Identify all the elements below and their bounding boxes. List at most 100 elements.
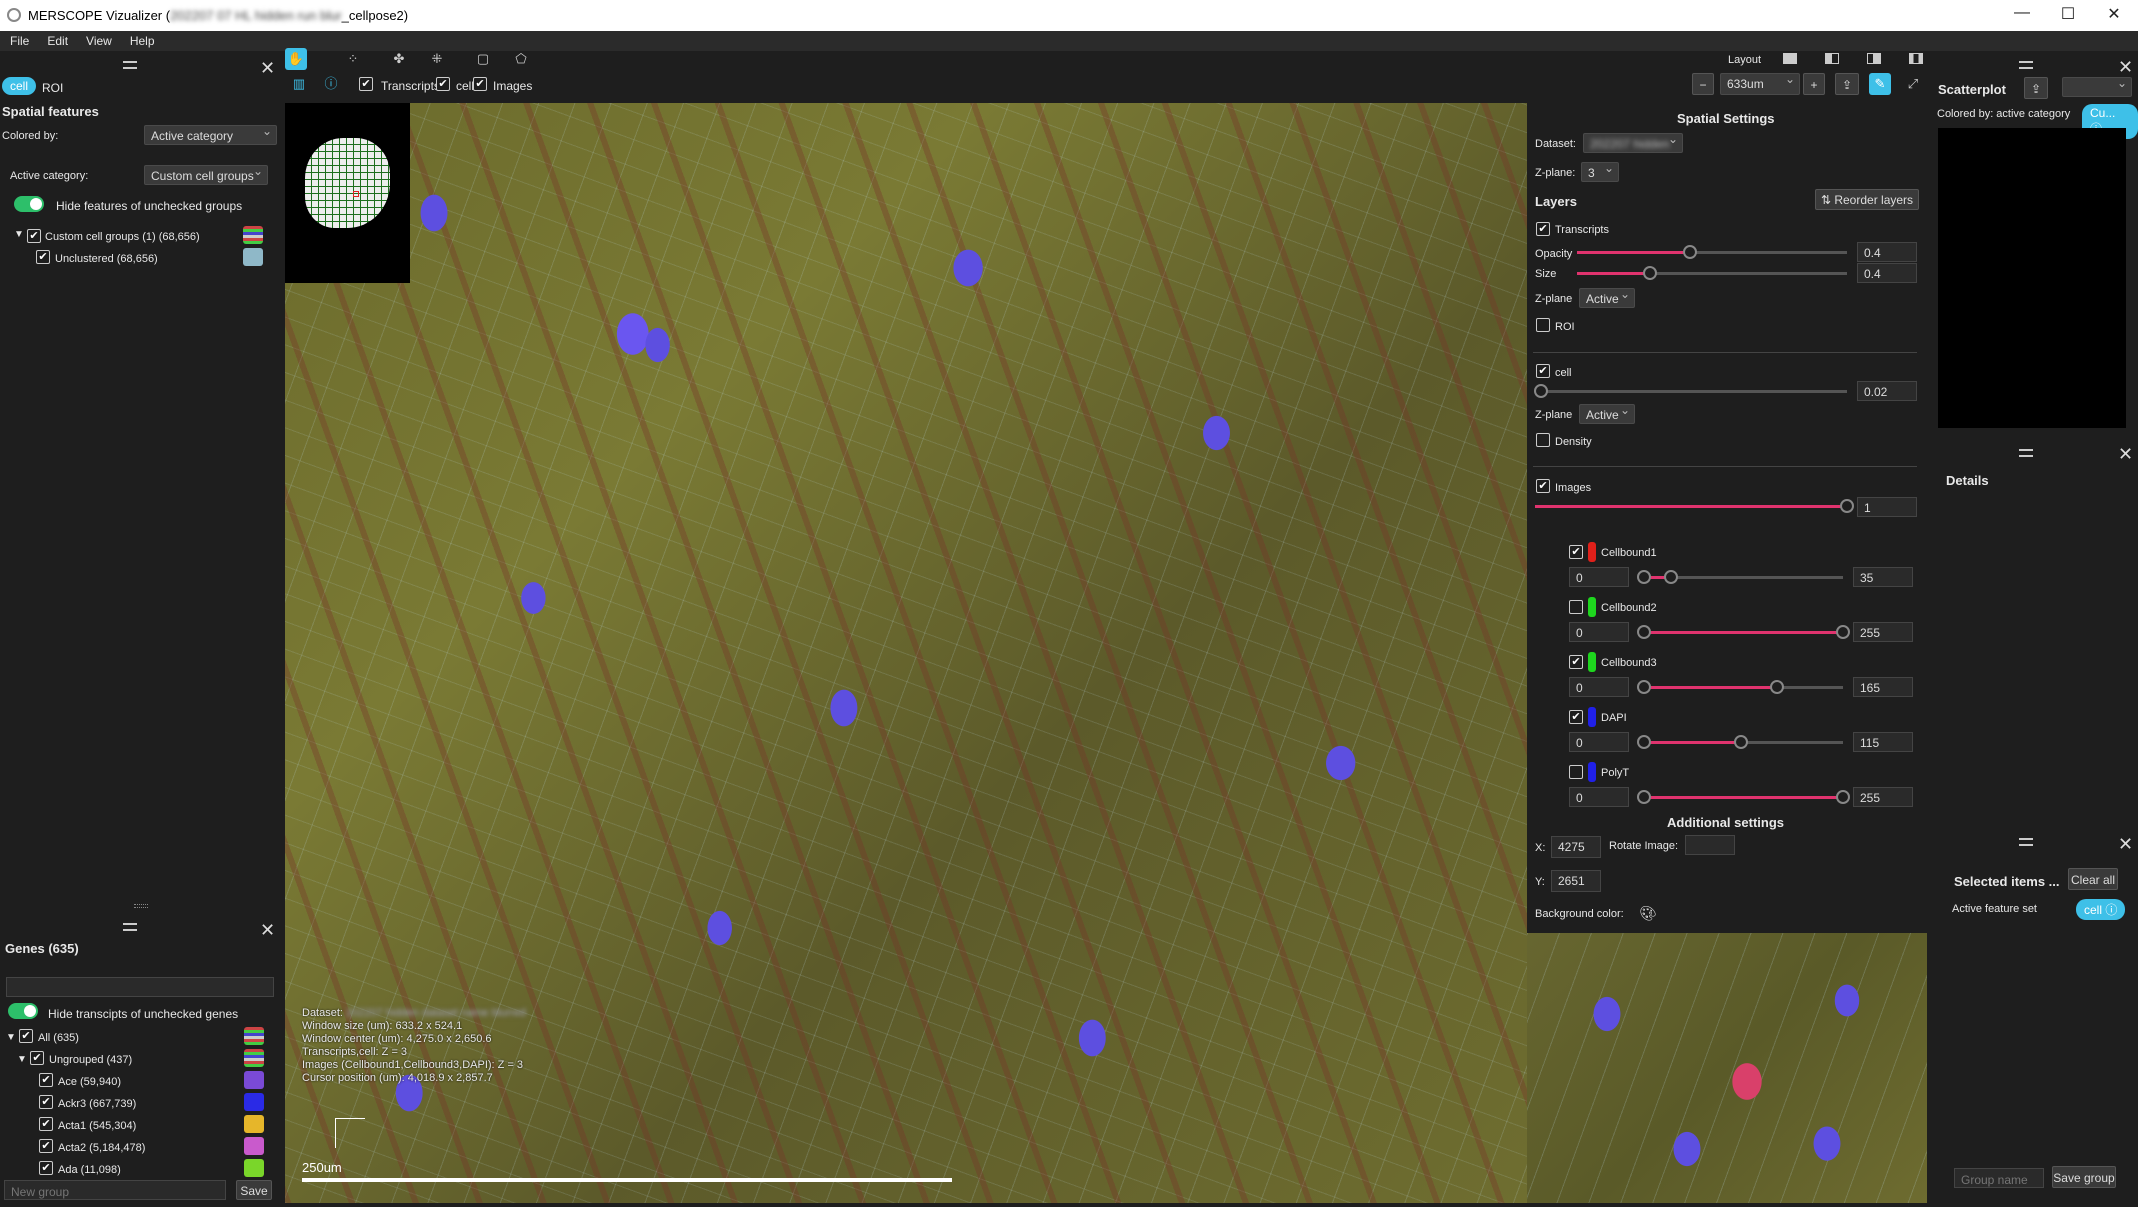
channel-checkbox[interactable] [1569,545,1583,559]
channel-checkbox[interactable] [1569,655,1583,669]
channel-range-slider[interactable] [1637,680,1843,694]
gene-checkbox[interactable] [39,1161,53,1175]
save-group-button[interactable]: Save [236,1180,272,1200]
transcripts-toggle-checkbox[interactable] [359,77,373,91]
gene-color-swatch[interactable] [244,1027,264,1045]
minimap-viewport[interactable] [353,191,359,197]
channel-range-slider[interactable] [1637,735,1843,749]
dataset-select[interactable]: 202207 hidden [1583,133,1683,153]
drag-handle-icon[interactable] [2019,449,2033,457]
layout-split-icon[interactable] [1825,53,1839,64]
close-icon[interactable]: ✕ [260,921,275,939]
zoom-out-button[interactable]: − [1692,73,1714,95]
layout-single-icon[interactable] [1783,53,1797,64]
scatter-select[interactable] [2062,77,2132,97]
y-input[interactable]: 2651 [1551,870,1601,892]
channel-checkbox[interactable] [1569,600,1583,614]
gene-color-swatch[interactable] [244,1159,264,1177]
secondary-viewer-canvas[interactable] [1527,933,1927,1203]
drag-handle-icon[interactable] [123,61,137,69]
expand-caret-icon[interactable]: ▼ [14,229,24,240]
group-name-input[interactable] [1954,1168,2044,1188]
gene-color-swatch[interactable] [244,1115,264,1133]
channel-max-input[interactable]: 115 [1853,732,1913,752]
size-slider[interactable] [1577,266,1847,280]
channel-min-input[interactable]: 0 [1569,622,1629,642]
rotate-image-input[interactable] [1685,835,1735,855]
close-window-button[interactable]: ✕ [2092,4,2136,26]
map-icon[interactable]: ▥ [288,73,310,95]
scatterplot-canvas[interactable] [1938,128,2126,428]
palette-icon[interactable]: 🎨︎ [1639,905,1657,922]
gene-checkbox[interactable] [39,1073,53,1087]
brush-select-icon[interactable]: ✤ [388,48,410,70]
gene-color-swatch[interactable] [244,1093,264,1111]
channel-range-slider[interactable] [1637,570,1843,584]
channel-color-swatch[interactable] [1588,597,1596,617]
export-icon[interactable]: ⇪ [1835,73,1859,95]
cell-slider[interactable] [1534,384,1847,398]
gene-search-input[interactable] [6,977,274,997]
gene-checkbox[interactable] [39,1095,53,1109]
lasso-select-icon[interactable]: ⁘ [342,48,364,70]
menu-help[interactable]: Help [120,31,163,48]
new-group-input[interactable] [4,1180,226,1200]
images-layer-checkbox[interactable] [1536,479,1550,493]
cell-input[interactable]: 0.02 [1857,381,1917,401]
close-icon[interactable]: ✕ [2118,58,2133,76]
drag-handle-icon[interactable] [123,923,137,931]
channel-checkbox[interactable] [1569,765,1583,779]
channel-color-swatch[interactable] [1588,652,1596,672]
cell-zplane-select[interactable]: Active [1579,404,1635,424]
drag-handle-icon[interactable] [2019,61,2033,69]
tab-cell[interactable]: cell [2,77,37,95]
scatter-export-icon[interactable]: ⇪ [2024,77,2048,99]
close-icon[interactable]: ✕ [2118,835,2133,853]
cell-layer-checkbox[interactable] [1536,364,1550,378]
images-input[interactable]: 1 [1857,497,1917,517]
opacity-slider[interactable] [1577,245,1847,259]
channel-min-input[interactable]: 0 [1569,567,1629,587]
layout-triple-icon[interactable] [1909,53,1923,64]
menu-file[interactable]: File [0,31,37,48]
gene-color-swatch[interactable] [244,1071,264,1089]
active-feature-set-pill[interactable]: cell ⓘ [2076,899,2126,920]
splitter-handle-icon[interactable] [134,904,148,908]
zoom-select[interactable]: 633um [1720,73,1800,95]
unclustered-color-swatch[interactable] [243,248,263,266]
hide-features-toggle[interactable] [14,196,44,212]
tab-roi[interactable]: ROI [42,81,63,95]
fullscreen-icon[interactable]: ⤢ [1902,73,1924,95]
gene-color-swatch[interactable] [244,1049,264,1067]
channel-color-swatch[interactable] [1588,762,1596,782]
minimap[interactable] [285,103,410,283]
menu-view[interactable]: View [76,31,120,48]
unclustered-checkbox[interactable] [36,250,50,264]
custom-groups-checkbox[interactable] [27,229,41,243]
pan-tool-icon[interactable]: ✋ [285,48,307,70]
drag-handle-icon[interactable] [2019,838,2033,846]
channel-min-input[interactable]: 0 [1569,732,1629,752]
minimize-button[interactable]: — [2000,4,2044,26]
multi-select-icon[interactable]: ⁜ [426,48,448,70]
channel-max-input[interactable]: 165 [1853,677,1913,697]
reorder-layers-button[interactable]: ⇅ Reorder layers [1815,189,1919,210]
images-slider[interactable] [1535,499,1854,513]
colored-by-select[interactable]: Active category [144,125,277,145]
gene-all-checkbox[interactable] [19,1029,33,1043]
transcripts-layer-checkbox[interactable] [1536,222,1550,236]
zplane-select[interactable]: 3 [1581,162,1619,182]
channel-max-input[interactable]: 35 [1853,567,1913,587]
roi-layer-checkbox[interactable] [1536,318,1550,332]
gene-ungrouped-checkbox[interactable] [30,1051,44,1065]
hide-transcripts-toggle[interactable] [8,1003,38,1019]
channel-color-swatch[interactable] [1588,542,1596,562]
save-group-button[interactable]: Save group [2052,1166,2116,1188]
zoom-in-button[interactable]: + [1803,73,1825,95]
active-category-select[interactable]: Custom cell groups [144,165,268,185]
channel-min-input[interactable]: 0 [1569,787,1629,807]
channel-max-input[interactable]: 255 [1853,787,1913,807]
density-layer-checkbox[interactable] [1536,433,1550,447]
close-icon[interactable]: ✕ [260,59,275,77]
channel-checkbox[interactable] [1569,710,1583,724]
